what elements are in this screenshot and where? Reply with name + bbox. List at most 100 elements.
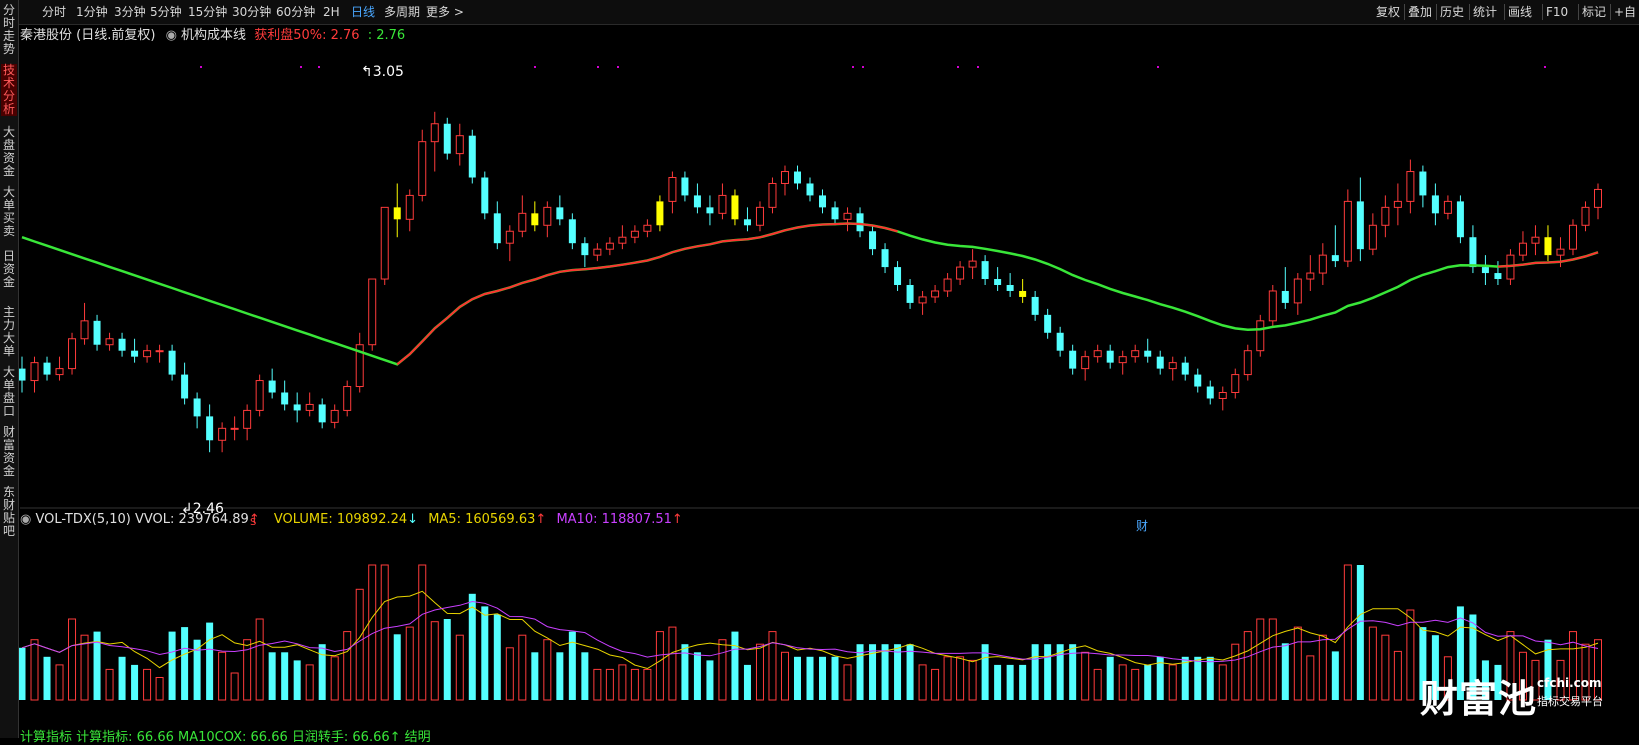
candle-body [1206, 386, 1214, 399]
period-tab-4[interactable]: 15分钟 [188, 3, 227, 21]
sidebar-item-6[interactable]: 大单盘口 [1, 366, 17, 418]
sidebar-item-5[interactable]: 主力大单 [1, 306, 17, 358]
sidebar-item-4[interactable]: 日资金 [1, 250, 17, 289]
candle-body [1469, 237, 1477, 268]
candle-body [118, 338, 126, 351]
kline-chart[interactable] [0, 0, 1639, 738]
toolbar-button-6[interactable]: 标记 [1582, 3, 1606, 21]
candle-body [1118, 356, 1127, 364]
volume-bar [105, 668, 114, 701]
chart-info-bar: 秦港股份 (日线.前复权) ◉ 机构成本线 获利盘50%: 2.76 : 2.7… [20, 24, 405, 43]
candle-body [380, 206, 389, 280]
candle-body [1556, 248, 1565, 256]
volume-bar [1406, 609, 1415, 701]
volume-bar [1044, 644, 1052, 700]
volume-circle-icon[interactable]: ◉ [20, 512, 31, 527]
toolbar-button-7[interactable]: +自 [1614, 3, 1636, 21]
candle-body [1356, 201, 1364, 250]
candle-body [1256, 320, 1265, 352]
volume-bar [1118, 664, 1127, 701]
candle-body [1481, 267, 1489, 274]
volume-bar [943, 656, 952, 701]
toolbar-button-0[interactable]: 复权 [1376, 3, 1400, 21]
sidebar-item-3[interactable]: 大单买卖 [1, 186, 17, 238]
volume-bar [618, 664, 627, 701]
candle-body [1318, 254, 1327, 274]
candle-body [780, 171, 789, 184]
period-tab-7[interactable]: 2H [323, 3, 340, 21]
period-tab-2[interactable]: 3分钟 [114, 3, 146, 21]
toolbar-button-2[interactable]: 历史 [1440, 3, 1464, 21]
sidebar-item-0[interactable]: 分时走势 [1, 4, 17, 56]
candle-body [1368, 224, 1377, 250]
candle-body [668, 177, 677, 202]
period-tab-3[interactable]: 5分钟 [150, 3, 182, 21]
candle-body [618, 236, 627, 244]
volume-bar [143, 668, 152, 701]
volume-bar [118, 656, 126, 700]
candle-body [894, 267, 902, 285]
candle-body [255, 380, 264, 411]
candle-body [468, 135, 476, 178]
event-dot [977, 66, 979, 68]
vol-indicator-name[interactable]: VOL-TDX(5,10) [35, 512, 130, 527]
period-tab-10[interactable]: 更多 > [426, 3, 464, 21]
candle-body [605, 242, 614, 250]
indicator-circle-icon[interactable]: ◉ [166, 28, 177, 43]
volume-bar [531, 652, 539, 700]
candle-body [693, 195, 701, 208]
period-toolbar: 分时 1分钟 3分钟 5分钟 15分钟 30分钟 60分钟 2H 日线 多周期 更多 > 复权 叠加 历史… [0, 0, 1639, 25]
stock-title: 秦港股份 (日线.前复权) [20, 28, 156, 43]
candle-body [593, 248, 602, 256]
candle-body [1531, 236, 1540, 244]
candle-body [531, 213, 539, 226]
toolbar-button-3[interactable]: 统计 [1473, 3, 1497, 21]
volume-bar [643, 668, 652, 701]
volume-bar [1356, 565, 1364, 700]
sidebar-item-2[interactable]: 大盘资金 [1, 126, 17, 178]
volume-bar [706, 660, 714, 700]
candle-body [405, 194, 414, 220]
volume-bar [168, 631, 176, 700]
volume-bar [843, 664, 852, 701]
period-tab-9[interactable]: 多周期 [384, 3, 420, 21]
volume-bar [1218, 664, 1227, 701]
volume-bar [918, 664, 927, 701]
event-dot [200, 66, 202, 68]
volume-bar [430, 621, 439, 701]
period-tab-1[interactable]: 1分钟 [76, 3, 108, 21]
sidebar-item-7[interactable]: 财富资金 [1, 426, 17, 478]
event-dot [862, 66, 864, 68]
volume-bar [1268, 618, 1277, 701]
candles [18, 111, 1602, 453]
candle-body [1431, 195, 1439, 214]
candle-body [1081, 356, 1090, 370]
watermark-logo: 财富池 [1420, 677, 1538, 721]
candle-body [193, 398, 201, 417]
period-tab-5[interactable]: 30分钟 [232, 3, 271, 21]
candle-body [1131, 350, 1140, 358]
indicator-name[interactable]: 机构成本线 [181, 28, 246, 43]
toolbar-button-4[interactable]: 画线 [1508, 3, 1532, 21]
toolbar-button-1[interactable]: 叠加 [1408, 3, 1432, 21]
candle-body [630, 230, 639, 238]
event-dot [597, 66, 599, 68]
toolbar-button-5[interactable]: F10 [1546, 3, 1568, 21]
event-dot [318, 66, 320, 68]
volume-bar [405, 626, 414, 701]
period-tab-6[interactable]: 60分钟 [276, 3, 315, 21]
period-tab-0[interactable]: 分时 [42, 3, 66, 21]
candle-body [518, 212, 527, 232]
sidebar-item-1[interactable]: 技术分析 [1, 64, 17, 116]
volume-bar [1256, 618, 1265, 701]
candle-body [1243, 350, 1252, 376]
candle-body [80, 320, 89, 340]
candle-body [956, 266, 965, 280]
volume-bar [994, 664, 1002, 700]
event-dot [617, 66, 619, 68]
sidebar-item-8[interactable]: 东财贴吧 [1, 486, 17, 538]
volume-bar [655, 631, 664, 701]
period-tab-8[interactable]: 日线 [351, 3, 375, 21]
volume-bar [743, 664, 751, 700]
volume-bar [693, 652, 701, 700]
